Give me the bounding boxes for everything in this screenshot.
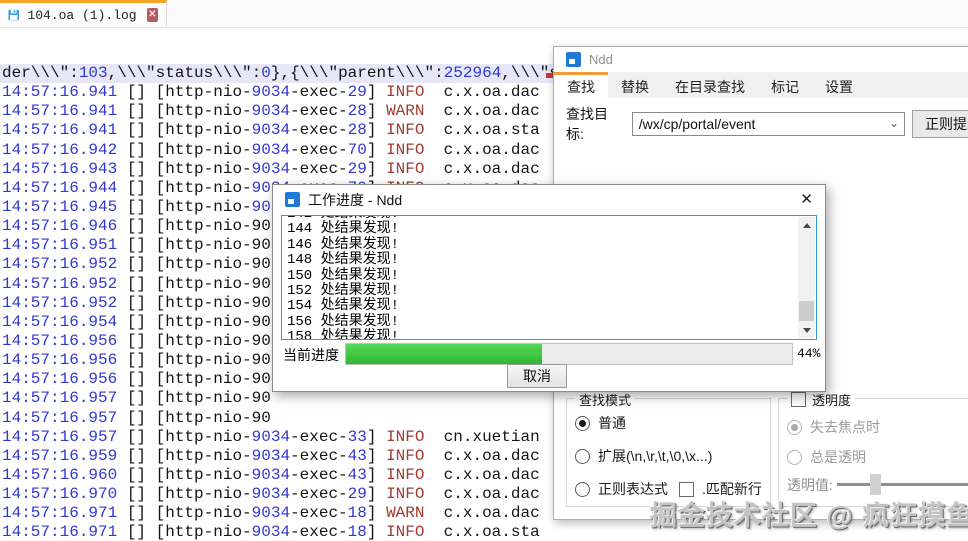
find-dialog-tab[interactable]: 在目录查找 bbox=[662, 72, 758, 98]
watermark: 掘金技术社区 @ 疯狂摸鱼 bbox=[650, 501, 968, 531]
mode-extended-option[interactable]: 扩展(\n,\r,\t,\0,\x...) bbox=[575, 446, 712, 466]
opacity-on-blur-option[interactable]: 失去焦点时 bbox=[787, 417, 880, 437]
opacity-on-blur-label: 失去焦点时 bbox=[810, 419, 880, 435]
result-item[interactable]: 144 处结果发现! bbox=[287, 221, 399, 237]
save-icon bbox=[8, 9, 19, 21]
find-target-value: /wx/cp/portal/event bbox=[638, 116, 756, 132]
find-dialog-tab[interactable]: 查找 bbox=[554, 72, 608, 98]
close-icon[interactable]: ✕ bbox=[800, 192, 813, 207]
mode-extended-label: 扩展(\n,\r,\t,\0,\x...) bbox=[598, 448, 713, 464]
ndd-app-icon bbox=[566, 52, 581, 67]
result-item[interactable]: 150 处结果发现! bbox=[287, 268, 399, 284]
progress-dialog: 工作进度 - Ndd ✕ 142 处结果发现!144 处结果发现!146 处结果… bbox=[272, 184, 826, 392]
radio-icon[interactable] bbox=[575, 448, 590, 464]
results-listbox[interactable]: 142 处结果发现!144 处结果发现!146 处结果发现!148 处结果发现!… bbox=[281, 215, 817, 340]
cancel-button[interactable]: 取消 bbox=[507, 364, 567, 388]
search-mode-group-title: 查找模式 bbox=[575, 390, 636, 409]
scrollbar-thumb[interactable] bbox=[799, 301, 814, 321]
radio-icon[interactable] bbox=[787, 449, 802, 465]
opacity-slider-handle[interactable] bbox=[870, 474, 881, 495]
scroll-up-icon[interactable] bbox=[798, 217, 815, 233]
opacity-slider[interactable] bbox=[837, 474, 968, 495]
tab-title: 104.oa (1).log bbox=[27, 7, 137, 23]
find-target-row: 查找目标: /wx/cp/portal/event ⌄ 正则提示 bbox=[566, 104, 968, 144]
scroll-down-icon[interactable] bbox=[798, 322, 815, 338]
progress-percent: 44% bbox=[797, 346, 821, 361]
radio-icon[interactable] bbox=[787, 419, 802, 435]
find-dialog-titlebar[interactable]: Ndd bbox=[554, 47, 968, 72]
ndd-app-icon bbox=[285, 192, 300, 207]
result-item[interactable]: 158 处结果发现! bbox=[287, 329, 399, 339]
opacity-group: 透明度 失去焦点时 总是透明 透明值: bbox=[778, 390, 968, 507]
opacity-checkbox-icon[interactable] bbox=[791, 392, 806, 407]
find-dialog-tab[interactable]: 设置 bbox=[812, 72, 866, 98]
opacity-group-label: 透明度 bbox=[812, 393, 852, 408]
progress-dialog-titlebar[interactable]: 工作进度 - Ndd ✕ bbox=[273, 185, 825, 214]
app-window: 104.oa (1).log ✕ der\\\":103,\\\"status\… bbox=[0, 0, 968, 541]
regex-hint-button[interactable]: 正则提示 bbox=[912, 110, 968, 138]
chevron-down-icon[interactable]: ⌄ bbox=[889, 116, 899, 130]
file-tab[interactable]: 104.oa (1).log ✕ bbox=[0, 0, 167, 27]
progress-bar bbox=[345, 343, 793, 365]
opacity-always-label: 总是透明 bbox=[810, 449, 866, 465]
find-dialog-title: Ndd bbox=[589, 52, 613, 67]
progress-bar-fill bbox=[346, 344, 543, 364]
search-mode-group: 查找模式 普通 扩展(\n,\r,\t,\0,\x...) 正则表达式 .匹配新… bbox=[566, 390, 771, 507]
radio-icon[interactable] bbox=[575, 481, 590, 497]
opacity-group-title: 透明度 bbox=[787, 390, 856, 409]
find-dialog-tabs: 查找 替换 在目录查找 标记 设置 bbox=[554, 72, 968, 98]
find-dialog-tab[interactable]: 替换 bbox=[608, 72, 662, 98]
result-item[interactable]: 154 处结果发现! bbox=[287, 299, 399, 315]
result-item[interactable]: 146 处结果发现! bbox=[287, 237, 399, 253]
opacity-always-option[interactable]: 总是透明 bbox=[787, 447, 866, 467]
find-target-combobox[interactable]: /wx/cp/portal/event ⌄ bbox=[631, 112, 905, 136]
results-items: 142 处结果发现!144 处结果发现!146 处结果发现!148 处结果发现!… bbox=[287, 216, 399, 339]
find-target-label: 查找目标: bbox=[566, 106, 608, 142]
mode-normal-option[interactable]: 普通 bbox=[575, 413, 626, 433]
progress-dialog-title: 工作进度 - Ndd bbox=[308, 191, 403, 208]
results-scrollbar[interactable] bbox=[798, 217, 815, 338]
radio-icon[interactable] bbox=[575, 415, 590, 431]
result-item[interactable]: 156 处结果发现! bbox=[287, 314, 399, 330]
progress-label: 当前进度 bbox=[283, 347, 339, 363]
opacity-value-label: 透明值: bbox=[787, 477, 833, 493]
tab-close-icon[interactable]: ✕ bbox=[146, 8, 158, 22]
mode-normal-label: 普通 bbox=[598, 415, 626, 431]
result-item[interactable]: 148 处结果发现! bbox=[287, 252, 399, 268]
tab-bar: 104.oa (1).log ✕ bbox=[0, 0, 968, 28]
find-dialog-tab[interactable]: 标记 bbox=[758, 72, 812, 98]
